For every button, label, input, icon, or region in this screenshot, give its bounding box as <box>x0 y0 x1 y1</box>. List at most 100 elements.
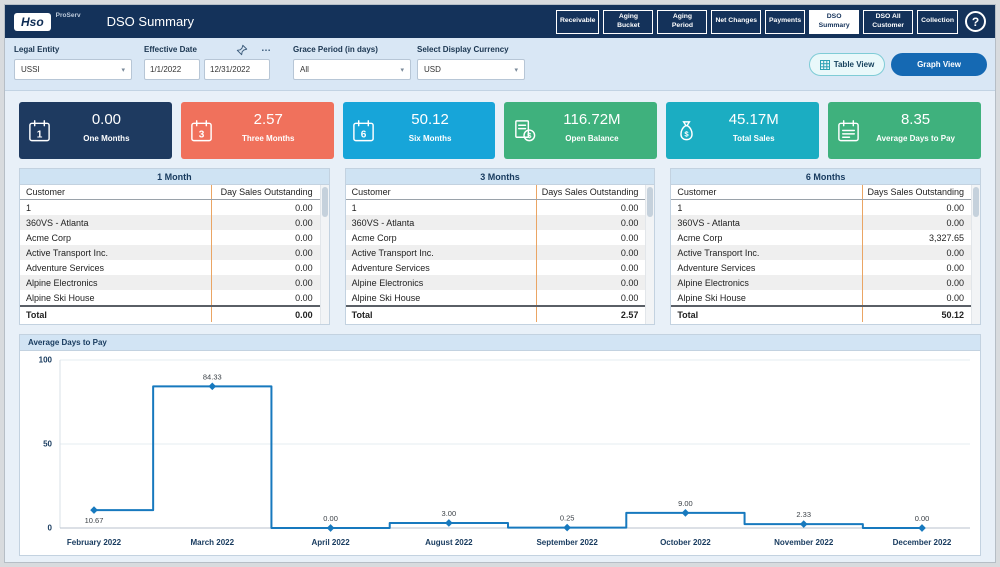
nav-button-dso-summary[interactable]: DSO Summary <box>809 9 860 34</box>
legal-entity-select[interactable]: USSI ▾ <box>14 59 132 80</box>
table-row[interactable]: Alpine Ski House 0.00 <box>346 290 655 305</box>
pin-icon[interactable] <box>233 42 251 58</box>
chart-point[interactable] <box>681 509 690 517</box>
scrollbar[interactable] <box>971 185 981 324</box>
chart-point[interactable] <box>326 524 335 532</box>
currency-select[interactable]: USD ▾ <box>417 59 525 80</box>
dso-value-cell: 0.00 <box>862 275 980 290</box>
table-row[interactable]: 1 0.00 <box>671 200 980 215</box>
table-row[interactable]: 360VS - Atlanta 0.00 <box>345 215 655 230</box>
total-value: 2.57 <box>536 307 654 322</box>
table-row[interactable]: Alpine Electronics 0.00 <box>671 275 981 290</box>
grace-period-select[interactable]: All ▾ <box>293 59 411 80</box>
svg-text:1: 1 <box>37 129 43 140</box>
table-row[interactable]: Acme Corp 0.00 <box>20 230 329 245</box>
tables-row: 1 Month Customer Day Sales Outstanding 1 0.0… <box>19 168 982 325</box>
chart-point[interactable] <box>445 519 453 527</box>
customer-cell: Alpine Electronics <box>677 277 749 288</box>
grace-period-label: Grace Period (in days) <box>293 45 378 54</box>
table-row[interactable]: Alpine Ski House 0.00 <box>671 290 980 305</box>
table-row[interactable]: Active Transport Inc. 0.00 <box>671 245 981 260</box>
scrollbar-thumb[interactable] <box>973 187 980 217</box>
table-row[interactable]: Alpine Ski House 0.00 <box>20 290 329 305</box>
col-header-dso: Days Sales Outstanding <box>862 185 980 199</box>
dso-table-panel-3-months: 3 Months Customer Days Sales Outstanding 1 0… <box>344 168 656 325</box>
x-axis-label: April 2022 <box>311 538 350 547</box>
table-row[interactable]: Acme Corp 0.00 <box>346 230 655 245</box>
nav-button-collection[interactable]: Collection <box>917 9 958 34</box>
total-row: Total 0.00 <box>20 305 329 322</box>
table-row[interactable]: Active Transport Inc. 0.00 <box>20 245 329 260</box>
point-label: 84.33 <box>203 372 222 381</box>
x-axis-label: September 2022 <box>536 538 598 547</box>
point-label: 10.67 <box>85 516 104 525</box>
table-row[interactable]: 360VS - Atlanta 0.00 <box>20 215 329 230</box>
table-row[interactable]: Alpine Electronics 0.00 <box>345 275 655 290</box>
customer-cell: Alpine Electronics <box>351 277 424 288</box>
customer-cell: Active Transport Inc. <box>677 247 760 258</box>
x-axis-label: October 2022 <box>660 538 711 547</box>
table-row[interactable]: Acme Corp 3,327.65 <box>671 230 980 245</box>
total-label: Total <box>26 309 47 320</box>
chart-point[interactable] <box>918 524 926 532</box>
table-row[interactable]: 1 0.00 <box>346 200 655 215</box>
nav-button-net-changes[interactable]: Net Changes <box>711 9 762 34</box>
kpi-value: 0.00 <box>91 111 122 128</box>
total-label: Total <box>351 309 373 320</box>
x-axis-label: March 2022 <box>190 538 234 547</box>
effective-date-label: Effective Date <box>144 45 197 54</box>
chart-body: 0 50 100 10.67 February 2022 84.33 March 2022 0… <box>20 351 980 555</box>
customer-cell: Acme Corp <box>351 232 397 243</box>
kpi-card-three-months: 3 2.57 Three Months <box>180 102 334 159</box>
dso-value-cell: 0.00 <box>210 275 329 290</box>
kpi-label: Total Sales <box>732 134 775 143</box>
effective-date-from[interactable] <box>144 59 200 80</box>
customer-cell: Active Transport Inc. <box>351 247 434 258</box>
dso-value-cell: 0.00 <box>210 245 329 260</box>
x-axis-label: August 2022 <box>425 538 473 547</box>
customer-cell: 1 <box>351 202 357 213</box>
more-options-icon[interactable]: … <box>257 40 275 56</box>
effective-date-to[interactable] <box>204 59 270 80</box>
grid-icon <box>819 59 830 70</box>
table-row[interactable]: 360VS - Atlanta 0.00 <box>671 215 981 230</box>
table-row[interactable]: Active Transport Inc. 0.00 <box>345 245 655 260</box>
nav-button-aging-bucket[interactable]: Aging Bucket <box>603 9 654 34</box>
table-row[interactable]: Adventure Services 0.00 <box>20 260 329 275</box>
help-icon[interactable]: ? <box>965 11 986 32</box>
graph-view-button[interactable]: Graph View <box>891 53 987 76</box>
app-window: Hso ProServ DSO Summary Receivable Aging … <box>4 4 996 563</box>
table-row[interactable]: Alpine Electronics 0.00 <box>20 275 329 290</box>
chart-point[interactable] <box>208 382 217 391</box>
scrollbar[interactable] <box>645 185 655 324</box>
customer-cell: 360VS - Atlanta <box>26 217 89 228</box>
currency-label: Select Display Currency <box>417 45 509 54</box>
svg-text:$: $ <box>685 129 690 138</box>
customer-cell: 360VS - Atlanta <box>677 217 740 228</box>
scrollbar[interactable] <box>319 185 329 324</box>
table-view-button[interactable]: Table View <box>809 53 885 76</box>
table-row[interactable]: 1 0.00 <box>20 200 329 215</box>
scrollbar-thumb[interactable] <box>647 187 654 217</box>
table-row[interactable]: Adventure Services 0.00 <box>346 260 655 275</box>
y-tick-label: 50 <box>43 440 52 449</box>
page-title: DSO Summary <box>106 14 195 29</box>
nav-button-dso-all-customer[interactable]: DSO All Customer <box>863 9 914 34</box>
scrollbar-thumb[interactable] <box>321 187 328 217</box>
x-axis-label: December 2022 <box>893 538 952 547</box>
dso-value-cell: 0.00 <box>536 290 654 305</box>
chart-point[interactable] <box>90 506 98 514</box>
chart-point[interactable] <box>563 523 571 532</box>
point-label: 0.00 <box>915 514 930 523</box>
nav-button-receivable[interactable]: Receivable <box>555 9 600 34</box>
dso-table: Customer Day Sales Outstanding 1 0.00 360VS … <box>20 185 329 324</box>
hso-logo: Hso <box>14 12 51 31</box>
dso-value-cell: 0.00 <box>862 245 980 260</box>
kpi-card-one-months: 1 0.00 One Months <box>19 102 172 159</box>
table-row[interactable]: Adventure Services 0.00 <box>671 260 980 275</box>
currency-value: USD <box>424 65 441 74</box>
nav-button-payments[interactable]: Payments <box>765 9 806 34</box>
nav-button-aging-period[interactable]: Aging Period <box>657 9 708 34</box>
chart-point[interactable] <box>799 520 808 528</box>
kpi-value: 116.72M <box>563 111 621 128</box>
